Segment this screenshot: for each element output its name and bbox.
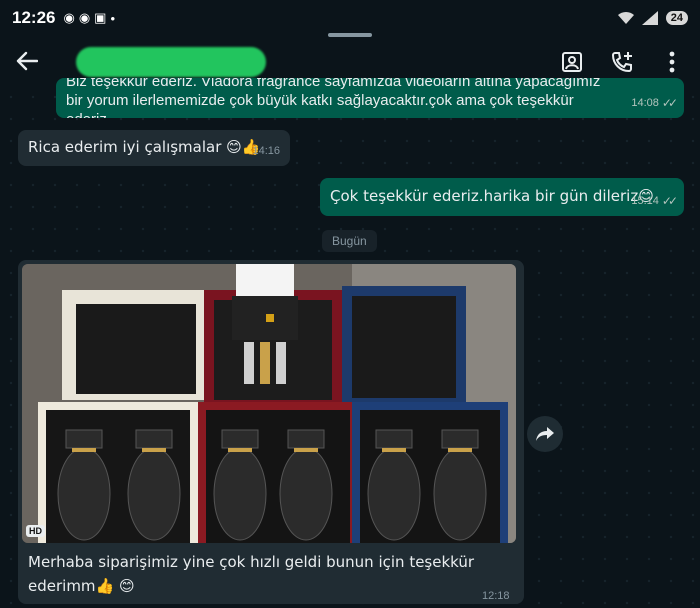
whatsapp-icon: ◉ <box>78 10 91 25</box>
message-photo[interactable]: HD <box>22 264 516 543</box>
message-incoming[interactable]: Rica ederim iyi çalışmalar 😊👍 14:16 <box>18 130 290 166</box>
dot-icon: • <box>110 10 116 26</box>
notification-icons: ◉ ◉ ▣ • <box>63 10 115 26</box>
message-text: Çok teşekkür ederiz.harika bir gün diler… <box>330 187 654 205</box>
photo-caption: Merhaba siparişimiz yine çok hızlı geldi… <box>28 553 475 595</box>
day-divider: Bugün <box>322 230 377 252</box>
hd-badge: HD <box>26 525 45 537</box>
message-time: 12:18 <box>482 590 510 602</box>
forward-icon <box>536 427 554 441</box>
signal-icon <box>641 11 658 25</box>
message-text: Rica ederim iyi çalışmalar 😊👍 <box>28 138 261 156</box>
header-actions <box>560 50 684 74</box>
status-time: 12:26 <box>12 8 56 27</box>
status-right: 24 <box>617 11 688 25</box>
add-to-contacts-icon[interactable] <box>560 50 584 74</box>
message-meta: 14:08 ✓✓ <box>631 94 678 113</box>
message-time: 14:16 <box>252 145 280 157</box>
battery-indicator: 24 <box>665 11 688 25</box>
status-bar: 12:26 ◉ ◉ ▣ • 24 <box>0 0 700 36</box>
contact-name-redacted[interactable] <box>76 47 266 77</box>
read-ticks-icon: ✓✓ <box>661 96 678 110</box>
message-text: Biz teşekkür ederiz. Vladora fragrance s… <box>66 78 601 118</box>
drag-handle[interactable] <box>328 33 372 37</box>
message-outgoing[interactable]: Çok teşekkür ederiz.harika bir gün diler… <box>320 178 684 216</box>
chat-area[interactable]: Biz teşekkür ederiz. Vladora fragrance s… <box>0 78 700 608</box>
wifi-icon <box>617 11 634 24</box>
arrow-left-icon[interactable] <box>16 46 52 78</box>
shopping-bag-icon: ▣ <box>94 10 107 25</box>
forward-button[interactable] <box>527 416 563 452</box>
more-vert-icon[interactable] <box>660 50 684 74</box>
message-time: 14:08 <box>631 97 659 109</box>
message-meta: 14:16 <box>252 142 280 161</box>
message-outgoing[interactable]: Biz teşekkür ederiz. Vladora fragrance s… <box>56 78 684 118</box>
message-meta: 15:14 ✓✓ <box>631 192 678 211</box>
add-call-icon[interactable] <box>610 50 634 74</box>
message-time: 15:14 <box>631 195 659 207</box>
whatsapp-icon: ◉ <box>63 10 75 25</box>
perfume-boxes-illustration <box>22 264 516 543</box>
read-ticks-icon: ✓✓ <box>661 194 678 208</box>
